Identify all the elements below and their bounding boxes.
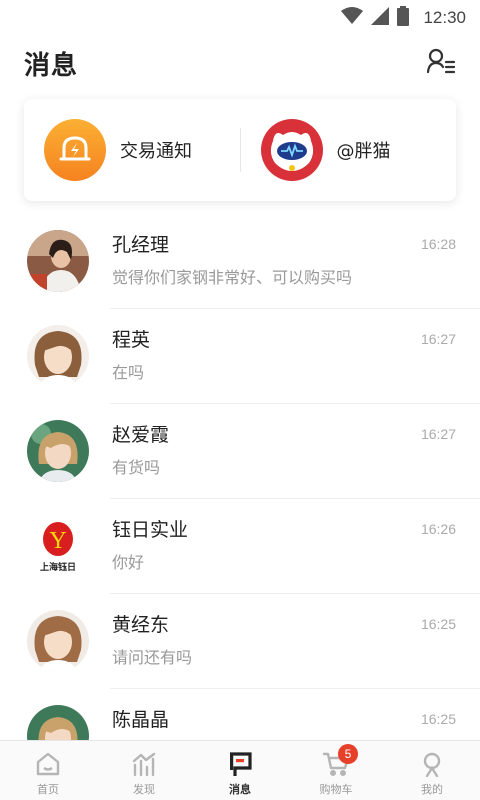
message-item[interactable]: 黄经东 请问还有吗 16:25: [0, 594, 480, 689]
tab-label: 我的: [421, 783, 443, 796]
message-preview: 你好: [112, 553, 145, 572]
page-title: 消息: [24, 50, 79, 81]
message-list: 孔经理 觉得你们家钢非常好、可以购买吗 16:28 程英 在吗 16:27 赵爱…: [0, 214, 480, 740]
tab-label: 发现: [133, 783, 155, 796]
message-time: 16:26: [420, 521, 456, 537]
message-item[interactable]: Y 上海钰日 钰日实业 你好 16:26: [0, 499, 480, 594]
contact-name: 钰日实业: [112, 519, 189, 541]
contact-name: 赵爱霞: [112, 424, 170, 446]
chart-trend-icon: [129, 749, 159, 779]
bottom-tab-bar: 首页 发现 消息 5 购物车 我的: [0, 740, 480, 800]
header: 消息: [0, 36, 480, 90]
bell-icon: [44, 119, 106, 181]
contact-name: 孔经理: [112, 234, 170, 256]
message-item[interactable]: 程英 在吗 16:27: [0, 309, 480, 404]
fat-cat-mascot-icon: [260, 119, 323, 181]
notification-card: 交易通知 @胖猫: [24, 99, 456, 201]
message-preview: 在吗: [112, 363, 145, 382]
tab-label: 购物车: [319, 783, 353, 796]
company-logo-letter: Y: [49, 528, 66, 554]
status-time: 12:30: [423, 8, 466, 27]
tab-profile[interactable]: 我的: [384, 741, 480, 800]
mention-label: @胖猫: [336, 141, 391, 162]
message-item[interactable]: 陈晶晶 16:25: [0, 689, 480, 740]
contacts-button[interactable]: [424, 46, 458, 80]
status-bar: 12:30: [0, 0, 480, 36]
avatar: [27, 420, 89, 482]
mention-entry[interactable]: @胖猫: [241, 99, 457, 201]
contact-name: 程英: [112, 329, 151, 351]
message-time: 16:27: [420, 331, 456, 347]
tab-discover[interactable]: 发现: [96, 741, 192, 800]
avatar: [27, 610, 89, 672]
message-preview: 请问还有吗: [112, 648, 193, 667]
cart-badge: 5: [337, 744, 358, 764]
tab-label: 首页: [37, 783, 59, 796]
trade-notification-label: 交易通知: [120, 141, 192, 162]
home-icon: [33, 749, 63, 779]
message-item[interactable]: 孔经理 觉得你们家钢非常好、可以购买吗 16:28: [0, 214, 480, 309]
company-logo-caption: 上海钰日: [40, 561, 76, 573]
message-item[interactable]: 赵爱霞 有货吗 16:27: [0, 404, 480, 499]
avatar: [27, 705, 89, 740]
message-preview: 有货吗: [112, 458, 161, 477]
tab-label: 消息: [229, 783, 251, 796]
avatar: [27, 230, 89, 292]
contacts-list-icon: [426, 48, 456, 78]
contact-name: 陈晶晶: [112, 709, 170, 731]
company-logo-avatar: Y 上海钰日: [27, 515, 89, 577]
message-icon: [225, 749, 255, 779]
user-icon: [417, 749, 447, 779]
trade-notification-entry[interactable]: 交易通知: [24, 99, 240, 201]
message-time: 16:27: [420, 426, 456, 442]
messages-screen: 12:30 消息 交易通知 @胖猫 孔经理 觉得你们家钢非常好、可以购买吗 16…: [0, 0, 480, 800]
contact-name: 黄经东: [112, 614, 170, 636]
tab-messages[interactable]: 消息: [192, 741, 288, 800]
cell-signal-icon: [371, 7, 390, 29]
message-time: 16:25: [420, 711, 456, 727]
message-preview: 觉得你们家钢非常好、可以购买吗: [112, 268, 353, 287]
message-time: 16:28: [420, 236, 456, 252]
tab-home[interactable]: 首页: [0, 741, 96, 800]
avatar: [27, 325, 89, 387]
wifi-icon: [341, 7, 364, 29]
message-time: 16:25: [420, 616, 456, 632]
battery-icon: [397, 6, 410, 30]
tab-cart[interactable]: 5 购物车: [288, 741, 384, 800]
